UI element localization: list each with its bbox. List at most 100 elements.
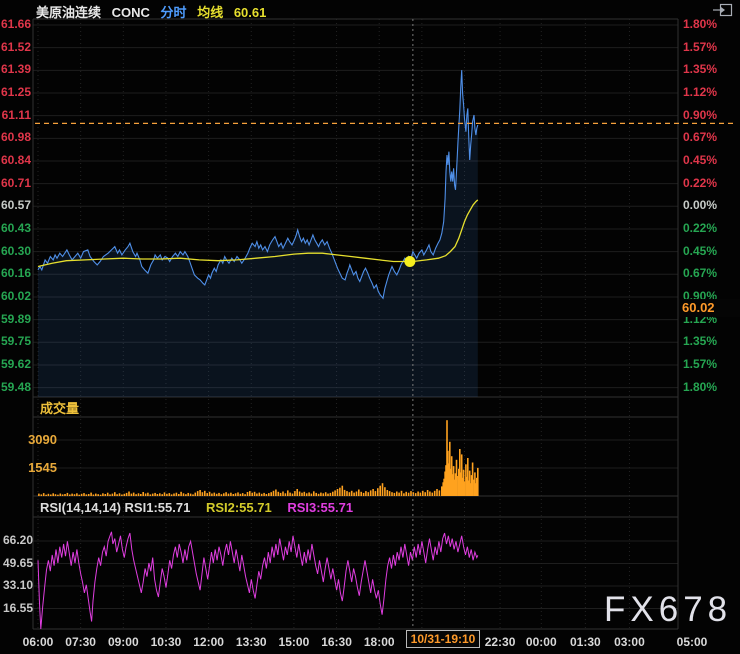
rsi3-value: RSI3:55.71 bbox=[287, 500, 353, 515]
volume-bar bbox=[263, 493, 265, 496]
volume-bar bbox=[351, 491, 353, 496]
volume-bar bbox=[337, 489, 339, 496]
volume-axis-label: 3090 bbox=[14, 432, 57, 447]
volume-bar bbox=[434, 491, 436, 496]
volume-bar bbox=[41, 494, 43, 496]
volume-bar bbox=[88, 494, 90, 496]
volume-bar bbox=[323, 493, 325, 496]
volume-bar bbox=[135, 494, 137, 496]
time-axis-label: 07:30 bbox=[59, 635, 103, 649]
percent-axis-label: 1.57% bbox=[683, 40, 717, 54]
volume-bar bbox=[69, 495, 71, 497]
volume-bar bbox=[242, 493, 244, 496]
time-axis-label: 18:00 bbox=[357, 635, 401, 649]
volume-bar bbox=[282, 492, 284, 497]
volume-bar bbox=[382, 483, 384, 496]
volume-bar bbox=[375, 491, 377, 496]
percent-axis-label: 0.00% bbox=[683, 198, 717, 212]
price-axis-label: 60.02 bbox=[0, 289, 31, 303]
volume-bar bbox=[159, 493, 161, 496]
price-axis-label: 59.89 bbox=[0, 312, 31, 326]
volume-bar bbox=[456, 460, 458, 496]
ma-value: 60.61 bbox=[234, 5, 267, 20]
percent-axis-label: 1.12% bbox=[683, 85, 717, 99]
price-axis-label: 61.25 bbox=[0, 85, 31, 99]
price-axis-label: 59.75 bbox=[0, 334, 31, 348]
price-area-fill bbox=[38, 70, 478, 397]
time-axis-label: 00:00 bbox=[519, 635, 563, 649]
volume-bar bbox=[147, 493, 149, 496]
volume-bar bbox=[116, 494, 118, 496]
volume-bar bbox=[353, 493, 355, 496]
volume-bar bbox=[270, 492, 272, 496]
volume-bar bbox=[173, 494, 175, 497]
volume-bar bbox=[256, 494, 258, 497]
volume-bar bbox=[370, 490, 372, 496]
volume-bar bbox=[299, 492, 301, 497]
volume-bar bbox=[190, 494, 192, 496]
volume-bar bbox=[306, 493, 308, 496]
volume-bar bbox=[403, 493, 405, 496]
volume-bar bbox=[320, 493, 322, 496]
volume-bar bbox=[121, 495, 123, 497]
volume-bar bbox=[439, 490, 441, 496]
volume-bar bbox=[57, 495, 59, 496]
rsi-params-and-rsi1: RSI(14,14,14) RSI1:55.71 bbox=[40, 500, 190, 515]
price-axis-label: 60.30 bbox=[0, 244, 31, 258]
volume-bar bbox=[64, 494, 66, 496]
volume-bar bbox=[240, 494, 242, 496]
time-axis-label: 10:30 bbox=[144, 635, 188, 649]
volume-bar bbox=[280, 493, 282, 496]
volume-bar bbox=[102, 493, 104, 496]
volume-bar bbox=[332, 492, 334, 496]
crosshair-price-badge: 60.02 bbox=[679, 299, 740, 317]
volume-bar bbox=[67, 493, 69, 496]
volume-bar bbox=[214, 493, 216, 496]
pop-out-icon[interactable] bbox=[712, 2, 734, 19]
volume-bar bbox=[48, 494, 50, 496]
volume-pane-title: 成交量 bbox=[40, 398, 79, 417]
volume-bar bbox=[206, 493, 208, 496]
watermark-logo: FX678 bbox=[604, 590, 732, 630]
volume-bar bbox=[477, 468, 479, 496]
volume-bar bbox=[387, 490, 389, 496]
volume-bar bbox=[78, 495, 80, 496]
volume-bar bbox=[112, 494, 114, 496]
volume-bar bbox=[261, 494, 263, 496]
price-axis-label: 59.62 bbox=[0, 357, 31, 371]
volume-bar bbox=[157, 494, 159, 496]
symbol-code: CONC bbox=[112, 5, 150, 20]
volume-bar bbox=[394, 493, 396, 496]
volume-bar bbox=[389, 491, 391, 496]
volume-bar bbox=[38, 494, 40, 496]
chart-canvas[interactable] bbox=[0, 0, 740, 654]
volume-bar bbox=[432, 493, 434, 496]
volume-bar bbox=[464, 481, 466, 496]
volume-bar bbox=[140, 494, 142, 496]
volume-bar bbox=[216, 494, 218, 496]
percent-axis-label: 1.57% bbox=[683, 357, 717, 371]
percent-axis-label: 1.35% bbox=[683, 62, 717, 76]
percent-axis-label: 0.45% bbox=[683, 244, 717, 258]
time-axis-label: 05:00 bbox=[670, 635, 714, 649]
volume-bar bbox=[95, 494, 97, 496]
volume-bar bbox=[379, 486, 381, 496]
volume-bar bbox=[254, 492, 256, 496]
volume-bar bbox=[204, 491, 206, 496]
volume-bar bbox=[315, 493, 317, 496]
percent-axis-label: 0.22% bbox=[683, 221, 717, 235]
price-axis-label: 61.39 bbox=[0, 62, 31, 76]
symbol-name: 美原油连续 bbox=[36, 5, 101, 20]
volume-bar bbox=[368, 492, 370, 496]
rsi-line bbox=[38, 532, 478, 629]
volume-bar bbox=[195, 493, 197, 496]
percent-axis-label: 0.22% bbox=[683, 176, 717, 190]
time-axis-label: 13:30 bbox=[229, 635, 273, 649]
volume-bar bbox=[330, 493, 332, 496]
percent-axis-label: 0.45% bbox=[683, 153, 717, 167]
volume-bar bbox=[308, 492, 310, 496]
volume-bar bbox=[313, 491, 315, 496]
tab-minute-mode[interactable]: 分时 bbox=[161, 5, 187, 20]
volume-bar bbox=[185, 494, 187, 496]
volume-bar bbox=[259, 493, 261, 496]
